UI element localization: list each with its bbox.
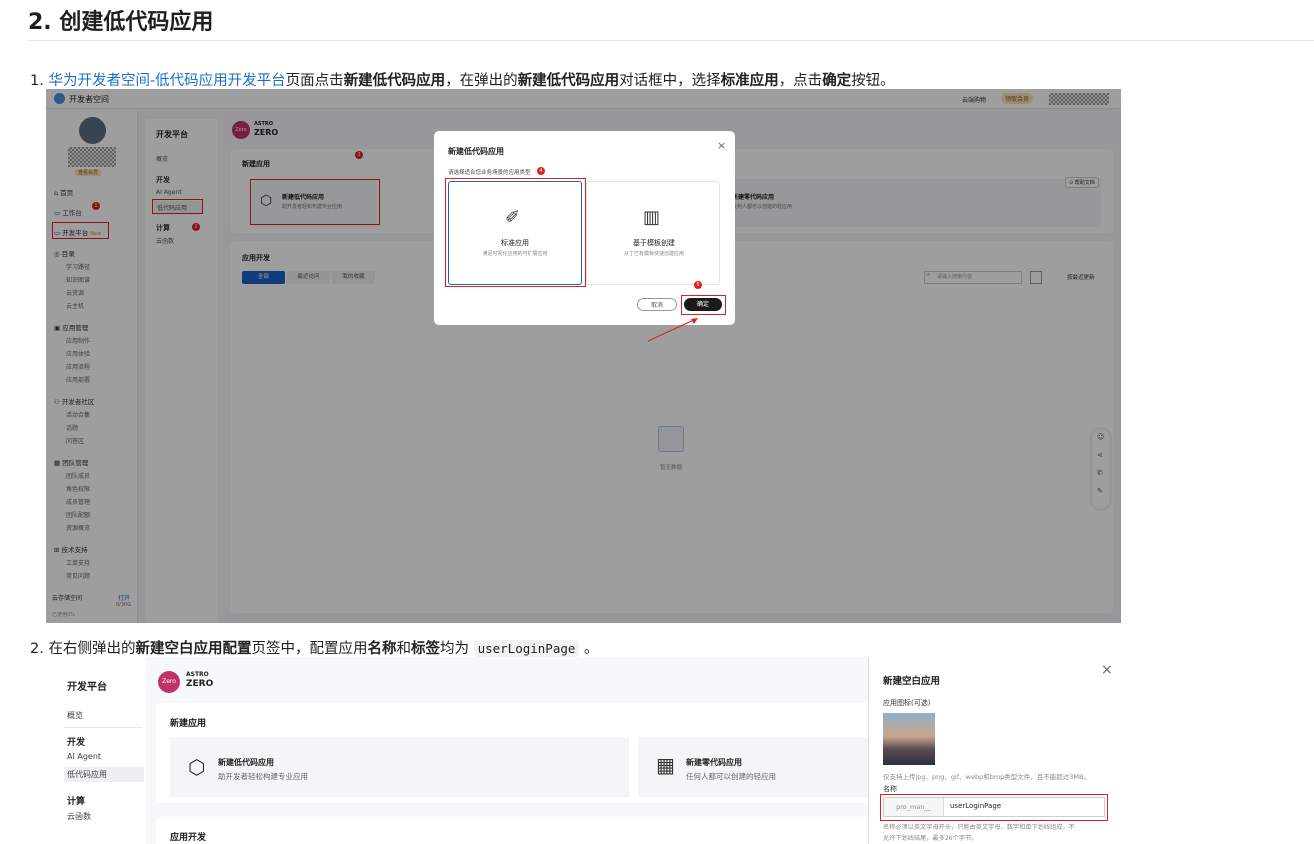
panel-group-dev: 开发 xyxy=(67,738,86,748)
step-1-part: 按钮。 xyxy=(851,73,895,89)
section-title: 应用开发 xyxy=(170,833,207,843)
option-template[interactable]: ▥ 基于模板创建 从丁已有模板快速创建应用 xyxy=(586,181,720,285)
name-hint: 允许下划线结尾，最多26个字节。 xyxy=(883,835,978,842)
platform-panel: 开发平台 概览 开发 AI Agent 低代码应用 计算 云函数 xyxy=(46,657,146,844)
step-1-part: ，在弹出的 xyxy=(445,73,518,89)
panel-title: 开发平台 xyxy=(67,682,107,693)
panel-group-compute: 计算 xyxy=(67,797,86,807)
step-2-part: 在右侧弹出的 xyxy=(48,641,136,657)
highlight-box xyxy=(880,794,1108,821)
dialog-title: 新建低代码应用 xyxy=(448,147,504,156)
step-1-number: 1. xyxy=(30,73,44,89)
panel-item-lowcode[interactable]: 低代码应用 xyxy=(64,767,144,782)
app-dev-section: 应用开发 xyxy=(156,817,891,844)
step-1-bold: 新建低代码应用 xyxy=(517,73,620,89)
option-desc: 从丁已有模板快速创建应用 xyxy=(623,251,684,257)
name-hint: 名称必须以英文字母开头，只能由英文字母、数字和单下划线组成，不 xyxy=(883,824,1075,831)
step-2-part: 均为 xyxy=(439,641,469,657)
new-blank-app-drawer: 新建空白应用 × 应用图标(可选) 仅支持上传jpg、png、gif、webp和… xyxy=(868,657,1121,844)
step-1-bold: 新建低代码应用 xyxy=(343,73,446,89)
name-label: 名称 xyxy=(883,785,897,793)
screenshot-config-drawer: 开发平台 概览 开发 AI Agent 低代码应用 计算 云函数 Zero AS… xyxy=(46,657,1121,844)
step-2-text: 2. 在右侧弹出的新建空白应用配置页签中，配置应用名称和标签均为 userLog… xyxy=(30,637,599,658)
card-desc: 任何人都可以创建的轻应用 xyxy=(686,772,776,781)
new-nocode-card[interactable]: ▦ 新建零代码应用 任何人都可以创建的轻应用 xyxy=(638,737,891,797)
close-icon[interactable]: × xyxy=(717,139,726,152)
pointer-arrow xyxy=(647,318,698,342)
step-2-part: 。 xyxy=(584,641,599,657)
new-lowcode-dialog: 新建低代码应用 × 请选择适合您业务场景的应用类型 4 ✐ 标准应用 满足可视化… xyxy=(434,131,735,325)
step-marker: 5 xyxy=(694,281,702,289)
new-app-section: 新建应用 ⬡ 新建低代码应用 助开发者轻松构建专业应用 ▦ 新建零代码应用 任何… xyxy=(156,703,891,803)
card-title: 新建低代码应用 xyxy=(218,758,274,767)
step-2-number: 2. xyxy=(30,641,44,657)
developer-space-link[interactable]: 华为开发者空间-低代码应用开发平台 xyxy=(48,73,285,89)
new-lowcode-card[interactable]: ⬡ 新建低代码应用 助开发者轻松构建专业应用 xyxy=(170,737,629,797)
step-1-bold: 标准应用 xyxy=(720,73,779,89)
option-title: 基于模板创建 xyxy=(633,239,675,247)
step-2-bold: 新建空白应用配置 xyxy=(135,641,252,657)
app-icon-image[interactable] xyxy=(883,713,935,765)
step-1-part: 页面点击 xyxy=(285,73,344,89)
layout-icon: ▥ xyxy=(643,207,661,228)
step-marker: 4 xyxy=(537,167,545,175)
card-desc: 助开发者轻松构建专业应用 xyxy=(218,772,308,781)
dialog-prompt: 请选择适合您业务场景的应用类型 xyxy=(448,170,531,176)
step-2-part: 和 xyxy=(396,641,411,657)
panel-item-ai-agent[interactable]: AI Agent xyxy=(67,752,101,761)
icon-hint: 仅支持上传jpg、png、gif、webp和bmp类型文件，且不能超过3MB。 xyxy=(883,773,1091,781)
step-2-bold: 标签 xyxy=(410,641,440,657)
close-icon[interactable]: × xyxy=(1101,662,1113,678)
section-heading: 2. 创建低代码应用 xyxy=(28,10,214,35)
cancel-button[interactable]: 取消 xyxy=(637,298,677,311)
section-title: 新建应用 xyxy=(170,719,207,729)
step-1-part: 对话框中，选择 xyxy=(619,73,721,89)
cube-icon: ⬡ xyxy=(188,755,206,779)
drawer-title: 新建空白应用 xyxy=(883,676,941,687)
logo-text-zero: ZERO xyxy=(186,679,214,689)
step-2-part: 页签中，配置应用 xyxy=(251,641,368,657)
panel-divider xyxy=(64,727,142,728)
highlight-box xyxy=(681,295,726,315)
logo-text-astro: ASTRO xyxy=(186,671,209,678)
panel-item-overview[interactable]: 概览 xyxy=(67,710,83,721)
card-title: 新建零代码应用 xyxy=(686,758,742,767)
icon-label: 应用图标(可选) xyxy=(883,699,931,707)
panel-item-function[interactable]: 云函数 xyxy=(67,811,91,822)
highlight-box xyxy=(445,178,586,287)
inline-code: userLoginPage xyxy=(473,640,580,657)
step-1-part: ，点击 xyxy=(778,73,823,89)
layout-icon: ▦ xyxy=(656,753,675,777)
heading-divider xyxy=(28,40,1314,41)
step-2-bold: 名称 xyxy=(367,641,397,657)
zero-logo-icon: Zero xyxy=(158,671,180,693)
step-1-bold: 确定 xyxy=(822,73,852,89)
step-1-text: 1. 华为开发者空间-低代码应用开发平台页面点击新建低代码应用，在弹出的新建低代… xyxy=(30,69,895,90)
screenshot-new-lowcode-dialog: 开发者空间 云端购物 领取会员 查看会员 ⌂ 首页 ▭ 工作台 ▭ 开发平台 N… xyxy=(46,89,1121,623)
